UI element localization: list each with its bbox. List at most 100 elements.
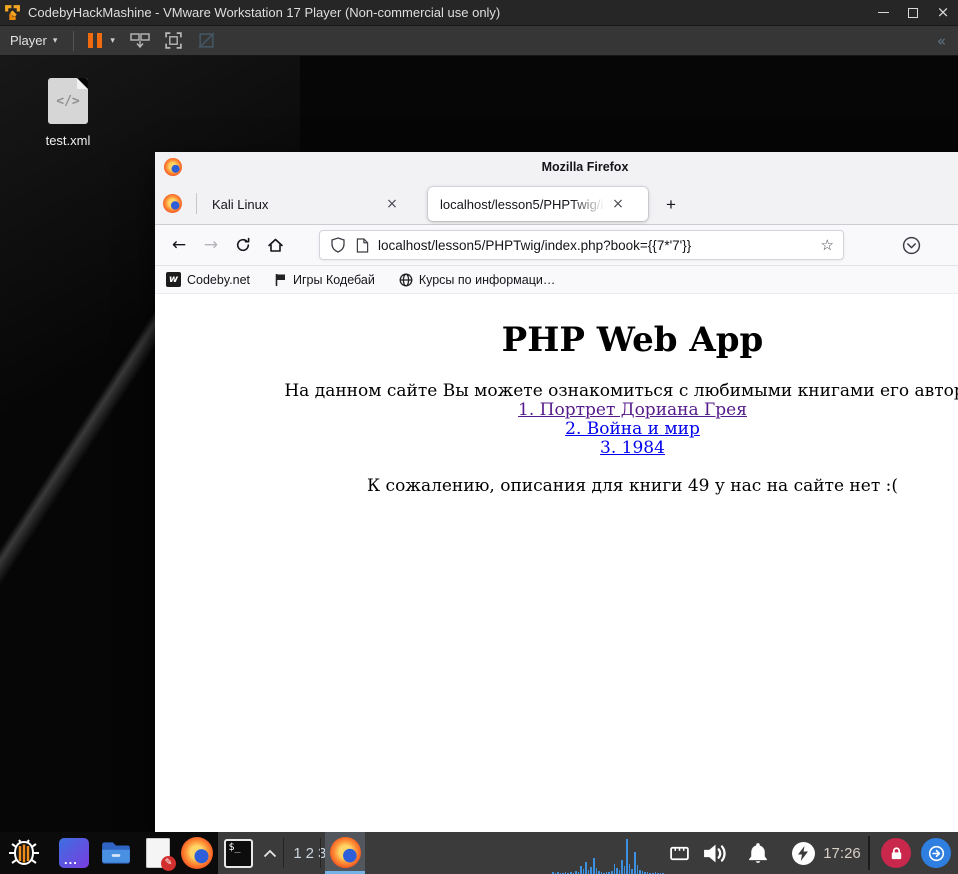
forward-button: → [203,235,219,255]
panel-divider [868,836,870,870]
launcher-firefox[interactable] [178,832,216,874]
bell-icon [749,843,767,863]
send-ctrl-alt-del-button[interactable] [130,32,150,50]
fullscreen-icon [165,32,182,49]
workspace-1[interactable]: 1 [293,845,301,862]
logout-arrow-icon [928,845,944,861]
bookmark-games[interactable]: Игры Кодебай [274,273,375,287]
xml-file-icon: </> [48,78,88,124]
player-menu-label: Player [10,33,47,48]
book-link-3[interactable]: 3. 1984 [155,439,958,458]
web-page-content: PHP Web App На данном сайте Вы можете оз… [155,294,958,831]
lock-screen-button[interactable] [878,832,914,874]
bookmark-codeby[interactable]: w Codeby.net [166,272,250,287]
network-graph [552,834,664,874]
desktop-file-label: test.xml [45,133,91,148]
page-title: PHP Web App [501,320,764,360]
vmware-toolbar: Player ▾ ▾ « [0,26,958,56]
home-button[interactable] [259,237,291,253]
pocket-button[interactable] [902,236,921,255]
launcher-file-manager[interactable] [98,832,134,874]
page-intro-text: На данном сайте Вы можете ознакомиться с… [284,381,958,401]
tab-separator [196,193,197,214]
book-link-1[interactable]: 1. Портрет Дориана Грея [155,401,958,420]
minimize-icon [877,11,889,14]
launcher-app-window[interactable] [56,832,92,874]
bookmarks-toolbar: w Codeby.net Игры Кодебай Курсы по инфор… [155,266,958,294]
panel-divider [320,838,321,868]
firefox-window-title: Mozilla Firefox [541,160,629,174]
url-bar[interactable]: localhost/lesson5/PHPTwig/index.php?book… [319,230,844,260]
minimize-button[interactable] [868,0,898,25]
firefox-view-button[interactable] [163,194,182,213]
tab-close-icon[interactable]: × [608,196,628,212]
code-glyph: </> [56,93,80,109]
close-icon: × [936,3,950,21]
logout-circle [921,838,951,868]
ethernet-icon [669,846,689,860]
firefox-window: Mozilla Firefox Kali Linux × localhost/l… [155,152,958,832]
desktop-file-test-xml[interactable]: </> test.xml [24,78,112,148]
panel-expand-button[interactable] [258,832,282,874]
reload-button[interactable] [227,237,259,253]
collapse-toolbar-button[interactable]: « [937,32,946,50]
taskbar: $_ 1 2 3 4 [0,832,958,874]
firefox-logo-icon [164,158,182,176]
firefox-icon [329,837,361,868]
applications-menu-button[interactable] [0,832,48,874]
back-button[interactable]: ← [163,235,195,255]
unity-mode-button [197,31,216,50]
lock-circle [881,838,911,868]
fullscreen-button[interactable] [164,31,183,50]
book-link-2[interactable]: 2. Война и мир [155,420,958,439]
globe-icon [399,273,413,286]
tracking-protection-shield-icon[interactable] [330,237,346,253]
codeby-favicon: w [166,272,181,287]
tab-kali-linux[interactable]: Kali Linux × [203,187,421,221]
speaker-icon [703,844,726,862]
toolbar-divider [73,30,75,51]
chevron-up-icon [263,849,277,857]
launcher-terminal[interactable]: $_ [220,832,256,874]
pause-icon [88,33,94,48]
tab-close-icon[interactable]: × [382,196,402,212]
launcher-text-editor[interactable] [140,832,176,874]
tab-bar: Kali Linux × localhost/lesson5/PHPTwig/i… [155,182,958,225]
page-footer-text: К сожалению, описания для книги 49 у нас… [366,476,898,496]
suspend-dropdown-arrow[interactable]: ▾ [110,36,115,46]
ctrl-alt-del-icon [130,32,150,48]
close-button[interactable]: × [928,0,958,25]
bookmark-label: Codeby.net [187,272,251,287]
text-editor-icon [146,838,176,871]
suspend-vm-button[interactable] [84,33,106,48]
chevron-down-icon: ▾ [52,35,58,46]
vmware-player-icon [5,5,20,20]
logout-button[interactable] [918,832,954,874]
vmware-titlebar: CodebyHackMashine - VMware Workstation 1… [0,0,958,26]
new-tab-button[interactable]: + [658,192,684,218]
home-icon [267,238,283,252]
player-menu-button[interactable]: Player ▾ [0,33,63,48]
tab-localhost-active[interactable]: localhost/lesson5/PHPTwig/i × [428,187,648,221]
notifications-tray-icon[interactable] [742,832,774,874]
power-manager-tray-icon[interactable] [788,832,818,874]
volume-tray-icon[interactable] [698,832,732,874]
firefox-icon [181,837,213,869]
network-manager-tray-icon[interactable] [664,832,694,874]
bookmark-label: Курсы по информаци… [418,272,556,287]
power-circle [791,841,815,865]
taskbar-firefox-window-button[interactable] [325,832,365,874]
bookmark-star-icon[interactable]: ☆ [821,236,834,254]
folder-icon [102,842,130,864]
terminal-icon: $_ [223,838,253,868]
clock[interactable]: 17:26 [818,832,866,874]
bookmark-label: Игры Кодебай [293,272,375,287]
unity-mode-icon [198,32,215,49]
workspace-2[interactable]: 2 [306,845,314,862]
page-info-icon[interactable] [356,237,369,253]
firefox-titlebar[interactable]: Mozilla Firefox [155,152,958,182]
maximize-button[interactable] [898,0,928,25]
flag-icon [275,273,286,286]
url-text[interactable]: localhost/lesson5/PHPTwig/index.php?book… [378,238,821,253]
bookmark-courses[interactable]: Курсы по информаци… [399,272,556,287]
